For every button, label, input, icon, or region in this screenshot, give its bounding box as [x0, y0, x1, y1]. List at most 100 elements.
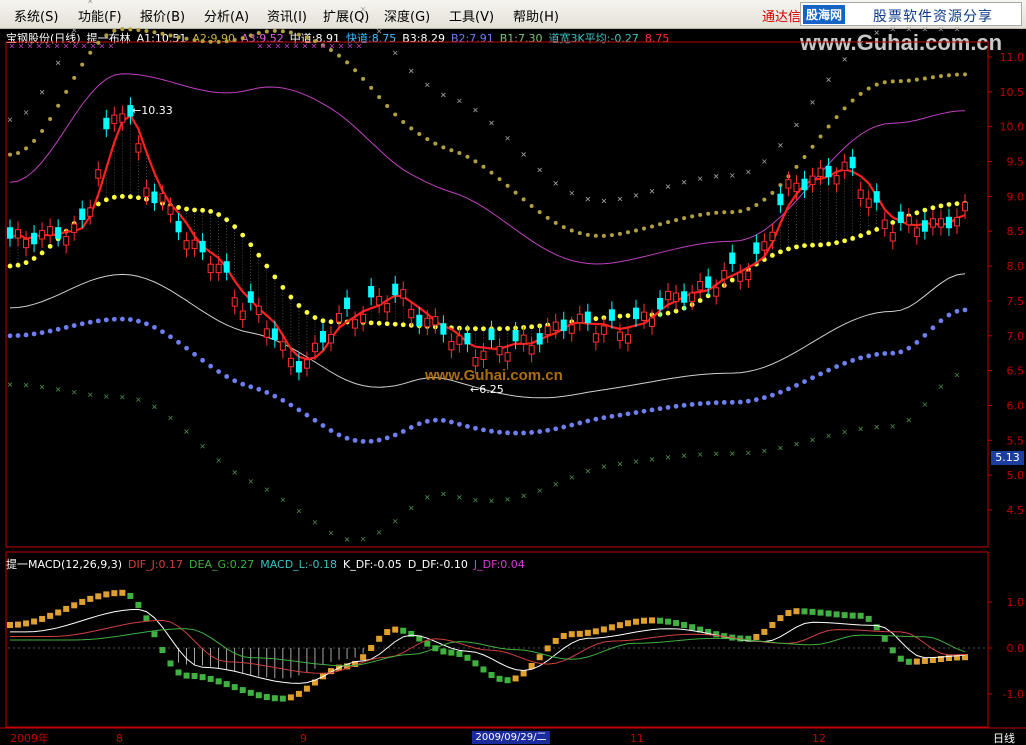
a2-dots — [537, 210, 542, 215]
candle-body — [761, 241, 768, 251]
lower-band-x — [296, 508, 302, 514]
b2-dots — [473, 425, 478, 431]
a2-dots — [513, 190, 518, 195]
ind-tick-label: -1.0 — [1003, 688, 1024, 701]
upper-band-x — [906, 26, 912, 32]
macd-block — [865, 615, 872, 622]
candle-body — [962, 201, 968, 212]
indicator-panel-frame — [5, 551, 989, 728]
b2-dots — [553, 426, 559, 432]
a2-dots — [329, 48, 334, 53]
yellow-dots — [505, 326, 510, 331]
candle-body — [376, 295, 383, 306]
price-tick-label: 9.0 — [1007, 190, 1025, 203]
candle-body — [697, 281, 704, 291]
yellow-dots — [136, 195, 141, 201]
a2-dots — [850, 98, 855, 103]
yellow-dots — [328, 319, 334, 325]
a2-dots — [353, 68, 358, 73]
macd-block — [31, 618, 38, 625]
b2-dots — [561, 424, 567, 430]
candle-body — [71, 223, 78, 233]
b2-dots — [7, 333, 13, 339]
macd-block — [199, 674, 206, 681]
candle-body — [400, 289, 407, 299]
b2-dots — [609, 413, 615, 419]
candle-body — [215, 263, 222, 274]
yellow-dots — [481, 326, 486, 332]
macd-block — [47, 612, 54, 619]
a2-dots — [922, 76, 927, 81]
macd-block — [175, 669, 182, 676]
b2-dots — [320, 423, 326, 428]
b2-dots — [136, 318, 141, 324]
lower-band-x — [232, 470, 237, 475]
b2-dots — [15, 333, 21, 338]
macd-block — [472, 660, 479, 667]
a2-dots — [449, 148, 454, 153]
macd-block — [400, 627, 407, 634]
a2-dots — [898, 79, 903, 84]
a2-dots — [802, 154, 807, 159]
top-marker — [311, 43, 317, 49]
yellow-dots — [938, 203, 944, 209]
macd-block — [119, 589, 126, 596]
macd-block — [761, 628, 768, 635]
b2-dots — [432, 417, 438, 423]
upper-band-x — [697, 176, 703, 181]
candle-body — [801, 178, 808, 191]
b2-dots — [408, 425, 414, 430]
a2-dots — [441, 145, 446, 150]
macd-block — [632, 618, 639, 625]
top-marker — [284, 43, 290, 49]
top-marker — [81, 43, 87, 49]
a2-dots — [730, 210, 735, 215]
a2-dots — [601, 233, 606, 238]
lower-band-x — [746, 450, 751, 456]
a2-dots — [144, 28, 149, 33]
candle-body — [79, 208, 86, 221]
yellow-dots — [368, 320, 374, 326]
b2-dots — [55, 326, 61, 332]
macd-block — [279, 695, 286, 702]
lower-band-x — [136, 397, 141, 402]
macd-block — [616, 622, 623, 629]
candle-body — [472, 357, 479, 367]
a2-dots — [585, 232, 590, 237]
macd-block — [544, 645, 551, 652]
a2-dots — [264, 29, 269, 34]
macd-block — [913, 658, 920, 665]
macd-block — [440, 648, 447, 655]
b2-dots — [127, 317, 133, 322]
yellow-dots — [473, 326, 478, 332]
b2-dots — [232, 378, 238, 384]
macd-block — [191, 672, 198, 679]
macd-block — [560, 632, 567, 639]
lower-band-x — [874, 424, 880, 430]
macd-block — [681, 622, 688, 628]
upper-band-x — [55, 60, 61, 66]
candle-body — [424, 317, 431, 328]
candle-body — [303, 359, 310, 369]
b2-dots — [416, 421, 422, 427]
macd-block — [488, 672, 495, 679]
candle-body — [496, 345, 503, 356]
main-panel-frame — [5, 41, 989, 548]
macd-block — [39, 615, 46, 622]
candle-body — [111, 114, 118, 124]
macd-block — [7, 622, 13, 628]
b2-dots — [802, 379, 807, 385]
a2-dots — [858, 91, 863, 96]
candle-body — [624, 334, 631, 344]
lower-band-x — [537, 488, 542, 493]
lower-band-x — [168, 415, 173, 421]
lower-band-x — [264, 487, 270, 492]
candle-body — [119, 113, 126, 123]
b2-dots — [168, 334, 173, 340]
b2-dots — [850, 357, 856, 363]
a2-dots — [224, 39, 229, 44]
lower-band-x — [553, 482, 558, 487]
upper-band-x — [665, 184, 671, 189]
kline-chart[interactable]: 11.0 10.5 10.0 9.5 9.0 8.5 8.0 7.5 7.0 6.5 6.0 5.5 5… — [0, 0, 1026, 745]
top-marker — [36, 43, 42, 49]
